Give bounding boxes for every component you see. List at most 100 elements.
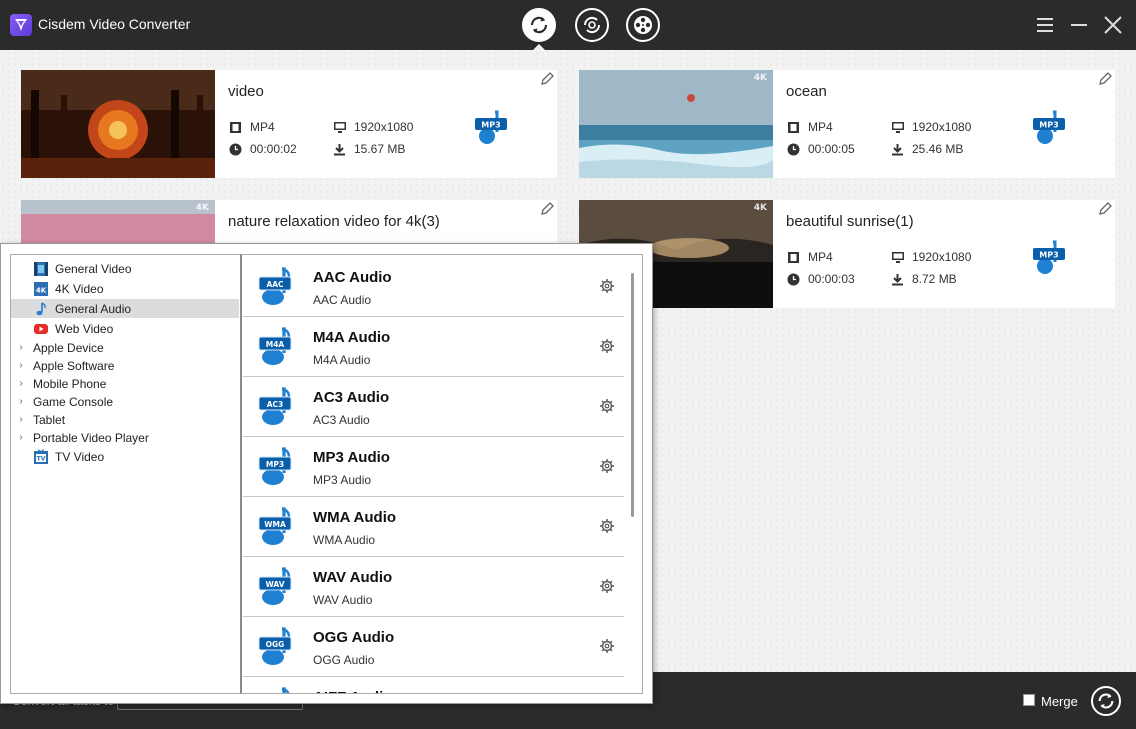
category-item[interactable]: › Portable Video Player [11, 428, 239, 447]
chevron-right-icon[interactable]: › [17, 378, 25, 389]
format-name: MP3 Audio [313, 449, 390, 466]
format-description: AC3 Audio [313, 413, 370, 427]
video-card[interactable]: video MP4 00:00:02 1920x1080 15.67 MB MP… [21, 70, 557, 178]
format-item[interactable]: M4A M4A Audio M4A Audio [243, 317, 624, 377]
format-meta: MP4 [787, 250, 833, 264]
output-format-mp3-icon[interactable]: MP3 [1031, 110, 1069, 146]
format-item[interactable]: OGG OGG Audio OGG Audio [243, 617, 624, 677]
video-duration: 00:00:02 [250, 142, 297, 156]
svg-text:TV: TV [37, 455, 46, 462]
video-size: 15.67 MB [354, 142, 406, 156]
format-description: M4A Audio [313, 353, 371, 367]
format-list: AAC AAC Audio AAC Audio M4A M4A Audio M4A Aud… [240, 254, 643, 694]
menu-icon[interactable] [1034, 14, 1056, 36]
svg-text:AAC: AAC [266, 280, 284, 289]
category-item[interactable]: Web Video [11, 319, 239, 338]
video-format: MP4 [808, 120, 833, 134]
download-icon [891, 273, 904, 286]
output-format-mp3-icon[interactable]: MP3 [473, 110, 511, 146]
4k-icon: 4K [33, 281, 49, 297]
film-reel-icon [634, 16, 652, 34]
format-item[interactable]: WAV WAV Audio WAV Audio [243, 557, 624, 617]
convert-icon [1098, 693, 1114, 709]
category-item[interactable]: General Video [11, 259, 239, 278]
convert-mode-button[interactable] [522, 8, 556, 42]
chevron-right-icon[interactable]: › [17, 342, 25, 353]
editor-mode-button[interactable] [626, 8, 660, 42]
film-icon [33, 261, 49, 277]
video-title: beautiful sunrise(1) [786, 213, 914, 230]
video-thumbnail[interactable] [21, 70, 215, 178]
output-format-mp3-icon[interactable]: MP3 [1031, 240, 1069, 276]
video-thumbnail[interactable]: 4K [579, 70, 773, 178]
film-icon [787, 251, 800, 264]
video-card[interactable]: 4K ocean MP4 00:00:05 1920x1080 25.46 MB… [579, 70, 1115, 178]
audio-format-icon: MP3 [257, 447, 299, 487]
resolution-meta: 1920x1080 [891, 120, 971, 134]
download-mode-button[interactable] [575, 8, 609, 42]
edit-pencil-icon[interactable] [1097, 71, 1113, 87]
convert-all-button[interactable] [1091, 686, 1121, 716]
gear-icon[interactable] [599, 458, 615, 474]
format-item[interactable]: WMA WMA Audio WMA Audio [243, 497, 624, 557]
category-item[interactable]: TV TV Video [11, 447, 239, 466]
category-label: Tablet [33, 412, 66, 427]
duration-meta: 00:00:02 [229, 142, 297, 156]
edit-pencil-icon[interactable] [1097, 201, 1113, 217]
category-item[interactable]: › Mobile Phone [11, 374, 239, 393]
category-label: 4K Video [55, 281, 104, 296]
format-item[interactable]: AAC AAC Audio AAC Audio [243, 257, 624, 317]
chevron-right-icon[interactable]: › [17, 396, 25, 407]
gear-icon[interactable] [599, 578, 615, 594]
category-item[interactable]: 4K 4K Video [11, 279, 239, 298]
format-description: OGG Audio [313, 653, 375, 667]
format-description: MP3 Audio [313, 473, 372, 487]
video-card[interactable]: 4K beautiful sunrise(1) MP4 00:00:03 192… [579, 200, 1115, 308]
category-item[interactable]: General Audio [11, 299, 239, 318]
chevron-right-icon[interactable]: › [17, 360, 25, 371]
chevron-right-icon[interactable]: › [17, 432, 25, 443]
video-format: MP4 [808, 250, 833, 264]
category-item[interactable]: › Game Console [11, 392, 239, 411]
audio-format-icon: WMA [257, 507, 299, 547]
format-name: M4A Audio [313, 329, 391, 346]
clock-icon [229, 143, 242, 156]
category-item[interactable]: › Apple Software [11, 356, 239, 375]
resolution-meta: 1920x1080 [891, 250, 971, 264]
category-item[interactable]: › Apple Device [11, 338, 239, 357]
download-convert-icon [583, 16, 601, 34]
4k-badge: 4K [195, 203, 209, 213]
video-resolution: 1920x1080 [912, 120, 972, 134]
close-icon[interactable] [1102, 14, 1124, 36]
format-category-list: General Video 4K 4K Video General Audio Web … [10, 254, 240, 694]
4k-badge: 4K [753, 73, 767, 83]
app-logo-icon [10, 14, 32, 36]
format-list-scrollbar[interactable] [631, 273, 634, 517]
format-item[interactable]: AIFF AIFF Audio [243, 677, 624, 693]
tv-icon: TV [33, 448, 49, 465]
category-label: General Video [55, 261, 132, 276]
minimize-icon[interactable] [1068, 14, 1090, 36]
gear-icon[interactable] [599, 638, 615, 654]
chevron-right-icon[interactable]: › [17, 414, 25, 425]
category-item[interactable]: › Tablet [11, 410, 239, 429]
gear-icon[interactable] [599, 518, 615, 534]
video-resolution: 1920x1080 [912, 250, 972, 264]
app-title: Cisdem Video Converter [38, 16, 191, 32]
format-item[interactable]: MP3 MP3 Audio MP3 Audio [243, 437, 624, 497]
gear-icon[interactable] [599, 398, 615, 414]
gear-icon[interactable] [599, 338, 615, 354]
svg-text:WAV: WAV [265, 580, 284, 589]
gear-icon[interactable] [599, 278, 615, 294]
merge-checkbox[interactable] [1023, 694, 1035, 706]
audio-format-icon: AIFF [257, 687, 299, 693]
edit-pencil-icon[interactable] [539, 71, 555, 87]
format-name: AC3 Audio [313, 389, 390, 406]
edit-pencil-icon[interactable] [539, 201, 555, 217]
download-icon [891, 143, 904, 156]
video-title: nature relaxation video for 4k(3) [228, 213, 440, 230]
convert-icon [530, 16, 548, 34]
film-icon [787, 121, 800, 134]
format-item[interactable]: AC3 AC3 Audio AC3 Audio [243, 377, 624, 437]
format-name: WMA Audio [313, 509, 397, 526]
